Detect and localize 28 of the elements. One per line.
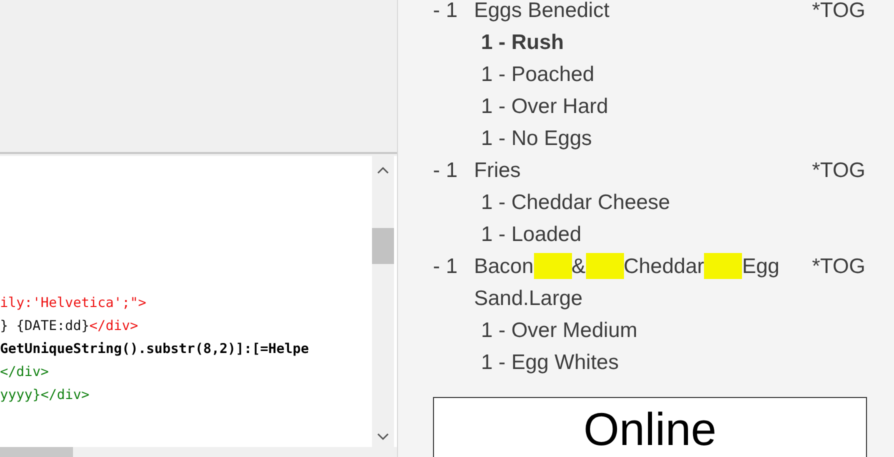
item-quantity: - 1 [433,254,459,280]
status-text: Online [584,402,716,456]
item-name: Eggs Benedict [474,0,610,24]
item-tag: *TOG [812,0,866,27]
item-tag: *TOG [812,155,866,187]
item-name: Bacon & Cheddar Egg Sand.Large [474,252,780,312]
scrollbar-thumb[interactable] [0,447,73,457]
code-line: </div> [0,363,49,382]
code-line: } {DATE:dd}</div> [0,317,138,336]
code-line: ily:'Helvetica';"> [0,294,146,313]
scroll-up-icon[interactable] [377,166,389,174]
item-quantity: - 1 [433,158,459,184]
item-modifier: 1 - Rush [480,30,565,56]
item-modifier: 1 - Poached [480,62,596,88]
item-modifier: 1 - Over Medium [480,318,638,344]
item-modifier: 1 - Egg Whites [480,350,620,376]
item-modifier: 1 - Loaded [480,222,582,248]
item-modifier: 1 - Cheddar Cheese [480,190,672,216]
item-modifier: 1 - No Eggs [480,126,593,152]
item-name: Fries [474,158,522,184]
scroll-down-icon[interactable] [377,433,389,441]
item-modifier: 1 - Over Hard [480,94,610,120]
code-line: GetUniqueString().substr(8,2)]:[=Helpe [0,340,309,359]
code-line: yyyy}</div> [0,386,90,405]
item-tag: *TOG [812,251,866,283]
item-quantity: - 1 [433,0,459,24]
vertical-scrollbar[interactable] [372,156,394,447]
scrollbar-thumb[interactable] [372,228,394,264]
